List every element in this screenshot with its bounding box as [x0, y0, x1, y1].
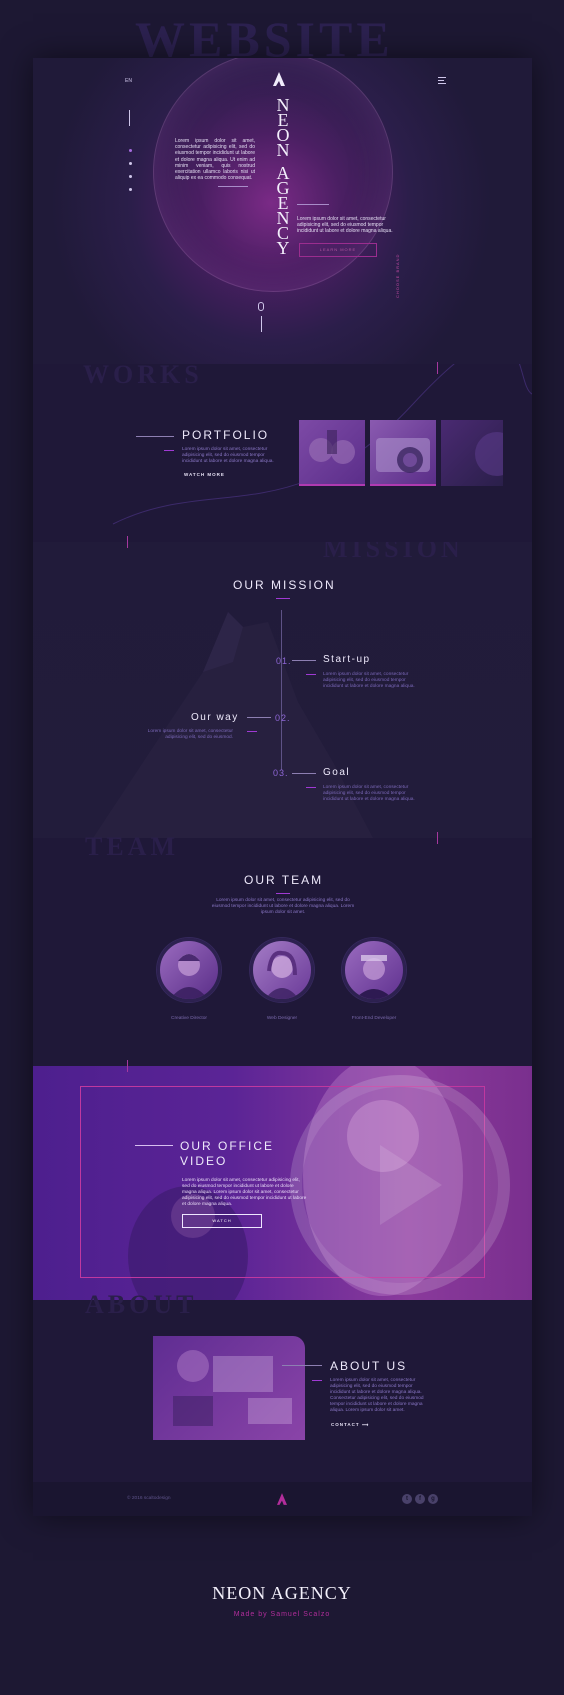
mission-step-text: Lorem ipsum dolor sit amet, consectetur … [323, 785, 415, 802]
nav-dot[interactable] [129, 175, 132, 178]
portfolio-text: Lorem ipsum dolor sit amet, consectetur … [182, 447, 274, 464]
team-title-accent [276, 893, 290, 894]
hero-right-text: Lorem ipsum dolor sit amet, consectetur … [297, 216, 393, 235]
mouse-scroll-icon [258, 302, 264, 311]
showcase-credit: Made by Samuel Scalzo [233, 1611, 331, 1618]
mission-step-rule [247, 717, 271, 718]
footer-copyright: © 2016 scaltodesign [127, 1496, 171, 1501]
team-member-avatar[interactable] [342, 938, 406, 1002]
mission-step-number: 01. [276, 656, 292, 666]
ghost-word-about: ABOUT [85, 1290, 198, 1319]
video-title-line-1: OUR OFFICE [180, 1139, 274, 1153]
mission-step-text: Lorem ipsum dolor sit amet, consectetur … [147, 729, 233, 740]
team-member-avatar[interactable] [250, 938, 314, 1002]
mission-step-number: 02. [275, 713, 291, 723]
hero-section: EN NEON AGENCY Lorem ipsum dolor sit ame… [33, 58, 532, 364]
ghost-word-website: WEBSITE [135, 11, 394, 67]
mission-step-title: Our way [191, 712, 239, 723]
mission-title-accent [276, 598, 290, 599]
mission-step-accent [306, 674, 316, 675]
triangle-logo-icon[interactable] [273, 72, 285, 86]
mission-timeline [281, 610, 282, 770]
contact-link[interactable]: CONTACT ⟶ [331, 1422, 369, 1428]
mission-step-accent [306, 787, 316, 788]
brand-letter: Y [276, 238, 290, 258]
portfolio-thumb-hands[interactable] [299, 420, 365, 486]
hero-vertical-line [129, 110, 130, 126]
team-member-avatar[interactable] [157, 938, 221, 1002]
section-marker [127, 1060, 128, 1072]
twitter-icon[interactable]: t [402, 1494, 412, 1504]
portfolio-rule [136, 436, 174, 437]
mission-step-accent [247, 731, 257, 732]
mission-step-number: 03. [273, 768, 289, 778]
mission-step-rule [292, 660, 316, 661]
showcase-title: NEON AGENCY [212, 1583, 352, 1603]
watch-more-link[interactable]: WATCH MORE [184, 472, 225, 477]
section-marker [127, 536, 128, 548]
mission-step-rule [292, 773, 316, 774]
google-plus-icon[interactable]: g [428, 1494, 438, 1504]
nav-dot[interactable] [129, 149, 132, 152]
video-text: Lorem ipsum dolor sit amet, consectetur … [182, 1178, 307, 1207]
mission-step-title: Goal [323, 767, 351, 778]
footer-logo-icon[interactable] [277, 1492, 287, 1505]
facebook-icon[interactable]: f [415, 1494, 425, 1504]
nav-dot[interactable] [129, 162, 132, 165]
hamburger-icon[interactable] [438, 77, 446, 86]
hero-right-rule [297, 204, 329, 205]
portfolio-thumb-camera[interactable] [370, 420, 436, 486]
team-title: OUR TEAM [244, 873, 324, 887]
team-text: Lorem ipsum dolor sit amet, consectetur … [211, 898, 355, 915]
portfolio-title: PORTFOLIO [182, 428, 270, 442]
hero-left-text: Lorem ipsum dolor sit amet, consectetur … [175, 138, 255, 182]
about-title-accent [312, 1380, 322, 1381]
hero-left-rule [218, 186, 248, 187]
team-member-role: Web Designer [266, 1016, 298, 1021]
scroll-down-line [261, 316, 262, 332]
mission-section: MISSION OUR MISSION 01. Start-up Lorem i… [33, 542, 532, 838]
ghost-word-team: TEAM [85, 832, 179, 861]
about-title: ABOUT US [330, 1359, 408, 1373]
portfolio-accent [164, 450, 174, 451]
mission-step-text: Lorem ipsum dolor sit amet, consectetur … [323, 672, 415, 689]
video-title-rule [135, 1145, 173, 1146]
learn-more-button[interactable]: LEARN MORE [299, 243, 377, 257]
mission-title: OUR MISSION [233, 578, 336, 592]
section-marker [437, 362, 438, 374]
portfolio-section: WORKS PORTFOLIO Lorem ipsum dolor sit am… [33, 362, 532, 542]
play-button-icon[interactable] [290, 1075, 510, 1295]
team-member-role: Front-End Developer [351, 1016, 397, 1021]
video-title-line-2: VIDEO [180, 1154, 228, 1168]
about-title-rule [282, 1365, 322, 1366]
portfolio-thumb-lens[interactable] [441, 420, 503, 486]
language-switch[interactable]: EN [125, 78, 132, 84]
about-image [153, 1336, 305, 1440]
section-nav-dots [129, 149, 132, 201]
team-member-role: Creative Director [171, 1016, 207, 1021]
nav-dot[interactable] [129, 188, 132, 191]
hero-side-tag[interactable]: CHOOSE BRAND [395, 254, 400, 298]
mission-step-title: Start-up [323, 654, 371, 665]
page: WEBSITE EN NEON AGENCY Lorem ipsum dolor… [0, 0, 564, 1695]
watch-button[interactable]: WATCH [182, 1214, 262, 1228]
ghost-word-mission: MISSION [323, 542, 464, 563]
brand-vertical-title: NEON AGENCY [271, 96, 295, 258]
section-marker [437, 832, 438, 844]
about-text: Lorem ipsum dolor sit amet, consectetur … [330, 1378, 424, 1413]
